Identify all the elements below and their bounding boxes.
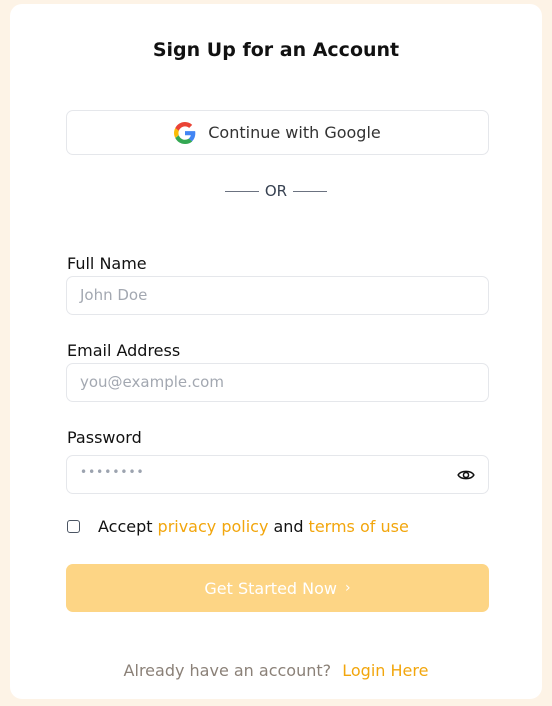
eye-icon[interactable] <box>457 467 475 483</box>
terms-of-use-link[interactable]: terms of use <box>309 517 409 536</box>
terms-row: Accept privacy policy and terms of use <box>67 517 409 536</box>
google-logo-icon <box>174 121 196 144</box>
password-masked-value: •••••••• <box>80 465 145 479</box>
privacy-policy-link[interactable]: privacy policy <box>158 517 269 536</box>
or-divider: OR <box>10 182 542 200</box>
divider-line-right <box>293 190 328 192</box>
full-name-label: Full Name <box>67 254 147 273</box>
divider-text: OR <box>264 182 288 200</box>
email-placeholder: you@example.com <box>80 373 224 391</box>
terms-conjunction: and <box>273 517 304 536</box>
page-title: Sign Up for an Account <box>152 39 400 61</box>
chevron-right-icon: › <box>345 580 351 596</box>
get-started-button[interactable]: Get Started Now › <box>66 564 489 612</box>
terms-checkbox[interactable] <box>67 520 80 533</box>
login-prompt-text: Already have an account? <box>123 661 332 680</box>
login-link[interactable]: Login Here <box>342 661 428 680</box>
get-started-label: Get Started Now <box>204 578 337 598</box>
google-signin-button[interactable]: Continue with Google <box>66 110 489 155</box>
signup-card: Sign Up for an Account Continue with Goo… <box>10 4 542 699</box>
password-input[interactable]: •••••••• <box>66 455 489 494</box>
terms-prefix: Accept <box>98 517 153 536</box>
divider-line-left <box>224 190 259 192</box>
full-name-placeholder: John Doe <box>80 286 148 304</box>
full-name-input[interactable]: John Doe <box>66 276 489 315</box>
google-button-label: Continue with Google <box>208 123 381 142</box>
email-input[interactable]: you@example.com <box>66 363 489 402</box>
login-prompt: Already have an account? Login Here <box>10 661 542 680</box>
password-label: Password <box>67 428 142 447</box>
email-label: Email Address <box>67 341 181 360</box>
